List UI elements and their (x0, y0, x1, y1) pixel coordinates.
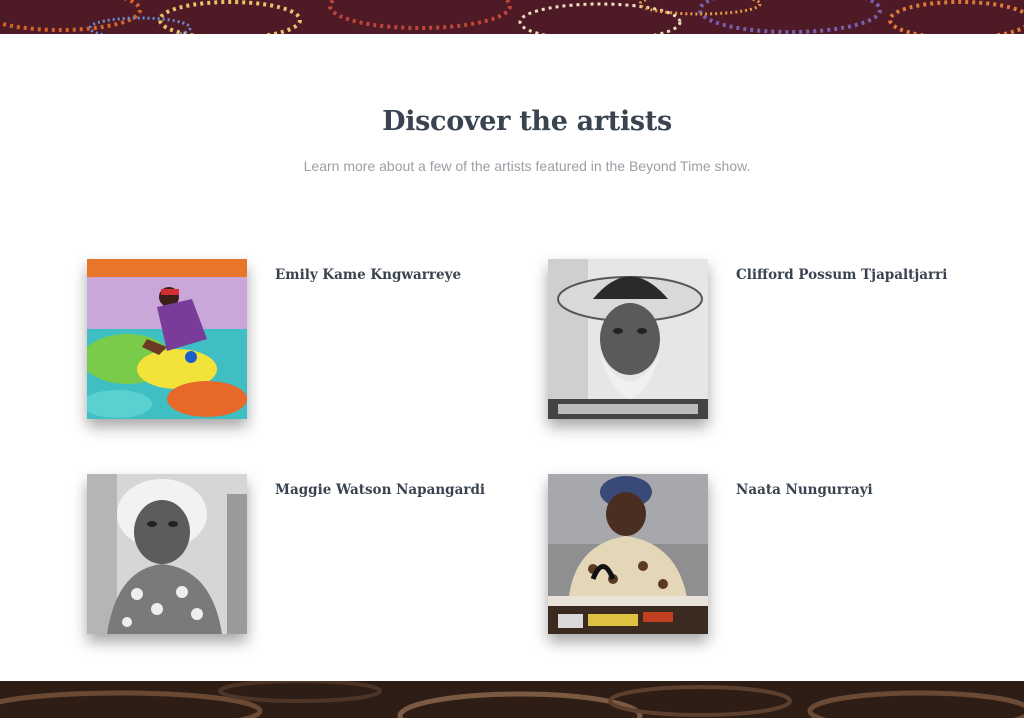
artist-painting-photo (87, 259, 247, 419)
artist-name-link[interactable]: Clifford Possum Tjapaltjarri (736, 267, 947, 283)
artist-photo[interactable] (87, 259, 247, 419)
artist-name-link[interactable]: Emily Kame Kngwarreye (275, 267, 461, 283)
section-title: Discover the artists (382, 106, 672, 137)
earth-texture-pattern (0, 681, 1024, 718)
artist-photo[interactable] (548, 259, 708, 419)
artist-card: Emily Kame Kngwarreye (87, 259, 507, 424)
artist-name-link[interactable]: Naata Nungurrayi (736, 482, 873, 498)
section-subtitle: Learn more about a few of the artists fe… (303, 158, 751, 174)
top-banner-artwork (0, 0, 1024, 34)
artist-portrait-photo (548, 474, 708, 634)
artist-photo[interactable] (87, 474, 247, 634)
artist-photo[interactable] (548, 474, 708, 634)
bottom-banner-artwork (0, 681, 1024, 718)
artist-portrait-photo (87, 474, 247, 634)
artist-card: Clifford Possum Tjapaltjarri (548, 259, 968, 424)
artist-card: Naata Nungurrayi (548, 474, 968, 639)
artist-portrait-photo (548, 259, 708, 419)
dot-painting-pattern (0, 0, 1024, 34)
artist-card: Maggie Watson Napangardi (87, 474, 507, 639)
artist-name-link[interactable]: Maggie Watson Napangardi (275, 482, 485, 498)
